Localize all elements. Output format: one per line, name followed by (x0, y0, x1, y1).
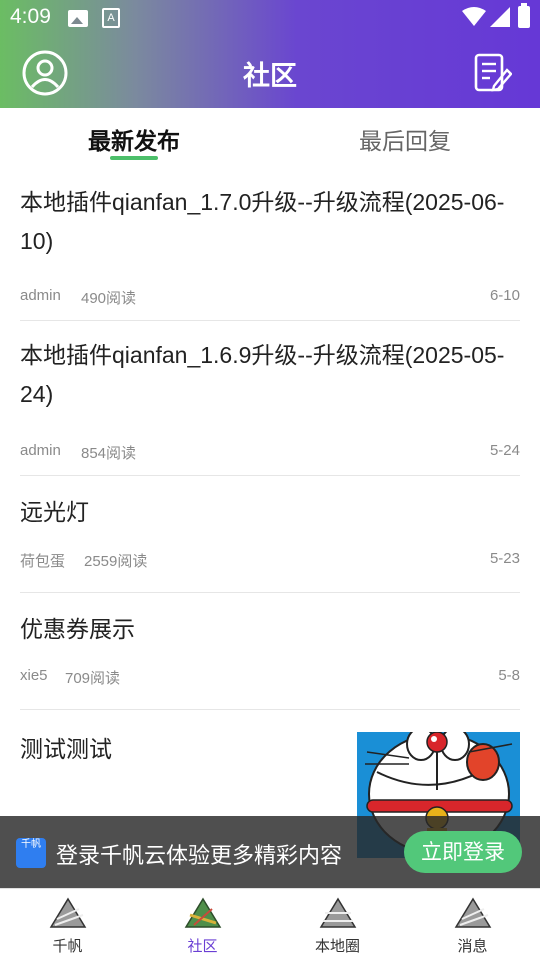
post-title: 优惠券展示 (20, 616, 135, 642)
compose-post-icon[interactable] (472, 52, 512, 94)
login-now-button[interactable]: 立即登录 (404, 831, 522, 873)
login-promo-text: 登录千帆云体验更多精彩内容 (56, 844, 343, 869)
tab-latest[interactable]: 最新发布 (88, 122, 180, 156)
post-date: 5-8 (498, 667, 520, 684)
nav-item-messages[interactable]: 消息 (405, 889, 540, 960)
status-time: 4:09 (10, 5, 51, 28)
rice-dumpling-icon (454, 897, 492, 928)
post-title: 本地插件qianfan_1.6.9升级--升级流程(2025-05-24) (20, 342, 505, 407)
post-date: 5-24 (489, 442, 520, 459)
post-read-count: 490阅读 (81, 290, 137, 307)
post-author: admin (20, 442, 61, 459)
post-title: 远光灯 (20, 499, 89, 525)
post-author: xie5 (20, 667, 48, 684)
login-promo-banner: 千帆 登录千帆云体验更多精彩内容 立即登录 (0, 816, 540, 888)
post-date: 6-10 (489, 287, 520, 304)
qianfan-logo-icon: 千帆 (16, 838, 46, 868)
nav-label: 消息 (457, 937, 488, 955)
post-read-count: 709阅读 (65, 670, 121, 687)
nav-label: 本地圈 (314, 937, 360, 955)
list-item[interactable]: 本地插件qianfan_1.6.9升级--升级流程(2025-05-24) ad… (20, 321, 520, 476)
nav-item-community[interactable]: 社区 (135, 889, 270, 960)
rice-dumpling-icon (49, 897, 87, 928)
page-title: 社区 (243, 61, 297, 92)
post-read-count: 854阅读 (81, 445, 137, 462)
post-title: 本地插件qianfan_1.7.0升级--升级流程(2025-06-10) (20, 189, 505, 254)
battery-icon (518, 3, 530, 28)
post-author: admin (20, 287, 61, 304)
list-item[interactable]: 本地插件qianfan_1.7.0升级--升级流程(2025-06-10) ad… (20, 168, 520, 321)
post-meta: admin 490阅读 6-10 (20, 282, 520, 312)
post-meta: 荷包蛋 2559阅读 5-23 (20, 545, 520, 575)
list-item[interactable]: 优惠券展示 xie5 709阅读 5-8 (20, 593, 520, 710)
bottom-navigation: 千帆 社区 本地圈 消息 (0, 888, 540, 960)
signal-icon (490, 7, 510, 27)
nav-label: 社区 (187, 937, 218, 955)
nav-item-qianfan[interactable]: 千帆 (0, 889, 135, 960)
text-notification-icon: A (102, 8, 120, 28)
rice-dumpling-icon (319, 897, 357, 928)
nav-label: 千帆 (52, 937, 83, 955)
rice-dumpling-icon (184, 897, 222, 928)
tab-active-indicator (110, 156, 158, 160)
tab-last-reply[interactable]: 最后回复 (359, 122, 451, 156)
wifi-icon (462, 7, 486, 26)
post-sort-tabs: 最新发布 最后回复 (0, 108, 540, 168)
image-notification-icon (68, 10, 88, 27)
nav-item-local[interactable]: 本地圈 (270, 889, 405, 960)
post-list: 本地插件qianfan_1.7.0升级--升级流程(2025-06-10) ad… (20, 168, 520, 830)
list-item[interactable]: 远光灯 荷包蛋 2559阅读 5-23 (20, 476, 520, 593)
app-header: 4:09 A 社区 (0, 0, 540, 108)
post-read-count: 2559阅读 (84, 553, 148, 570)
post-date: 5-23 (489, 550, 520, 567)
post-meta: xie5 709阅读 5-8 (20, 662, 520, 692)
post-meta: admin 854阅读 5-24 (20, 437, 520, 467)
status-bar: 4:09 A (0, 0, 540, 36)
post-author: 荷包蛋 (20, 553, 66, 570)
